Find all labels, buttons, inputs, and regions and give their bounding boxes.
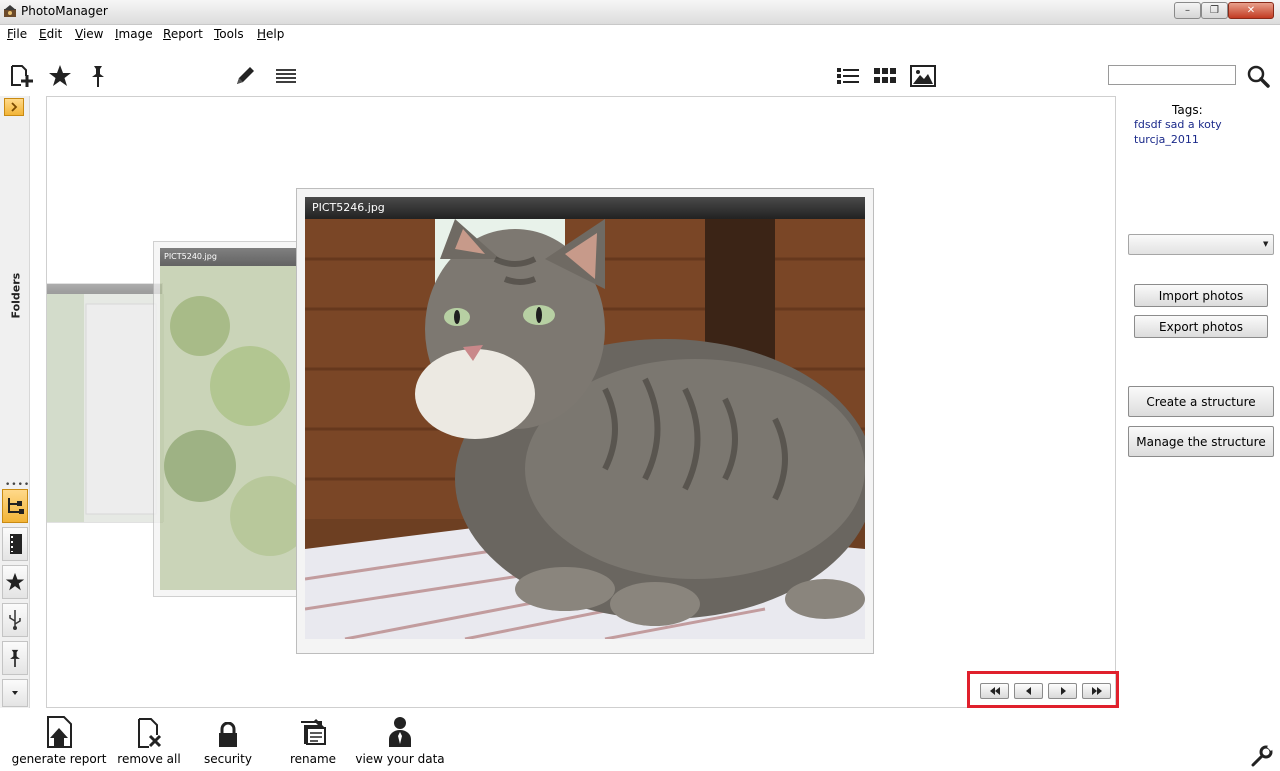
tag-link[interactable]: turcja_2011	[1134, 133, 1199, 146]
lock-icon	[180, 714, 276, 748]
film-icon[interactable]	[2, 527, 28, 561]
lines-icon[interactable]	[272, 62, 300, 90]
folders-tab-label[interactable]: Folders	[10, 273, 23, 319]
view-your-data-button[interactable]: view your data	[352, 714, 448, 766]
report-icon	[11, 714, 107, 748]
grid-view-icon[interactable]	[871, 62, 899, 90]
generate-report-button[interactable]: generate report	[11, 714, 107, 766]
list-view-icon[interactable]	[834, 62, 862, 90]
tags-title: Tags:	[1172, 103, 1203, 117]
photo-card-front[interactable]: PICT5246.jpg	[296, 188, 874, 654]
user-icon	[352, 714, 448, 748]
previous-photo-button[interactable]	[1014, 683, 1043, 699]
security-label: security	[204, 752, 252, 766]
view-your-data-label: view your data	[355, 752, 445, 766]
manage-structure-button[interactable]: Manage the structure	[1128, 426, 1274, 457]
hierarchy-icon[interactable]	[2, 489, 28, 523]
expand-sidebar-icon[interactable]	[4, 98, 24, 116]
menu-help[interactable]: Help	[257, 27, 284, 41]
add-folder-icon[interactable]	[7, 62, 35, 90]
photo-thumbnail	[47, 294, 164, 522]
close-button[interactable]: ✕	[1228, 2, 1274, 19]
export-photos-button[interactable]: Export photos	[1134, 315, 1268, 338]
menu-image[interactable]: Image	[115, 27, 153, 41]
app-icon	[3, 4, 17, 18]
album-select[interactable]	[1128, 234, 1274, 255]
star-icon[interactable]	[2, 565, 28, 599]
maximize-button[interactable]: ❐	[1201, 2, 1228, 19]
tag-link[interactable]: fdsdf sad a koty	[1134, 118, 1222, 131]
menu-edit[interactable]: Edit	[39, 27, 62, 41]
last-photo-button[interactable]	[1082, 683, 1111, 699]
minimize-button[interactable]: –	[1174, 2, 1201, 19]
menu-view[interactable]: View	[75, 27, 103, 41]
first-photo-button[interactable]	[980, 683, 1009, 699]
menu-file[interactable]: File	[7, 27, 27, 41]
pin-icon[interactable]	[2, 641, 28, 675]
search-icon[interactable]	[1244, 62, 1272, 90]
import-photos-button[interactable]: Import photos	[1134, 284, 1268, 307]
menu-tools[interactable]: Tools	[214, 27, 244, 41]
usb-icon[interactable]	[2, 603, 28, 637]
cat-photo	[305, 219, 865, 639]
generate-report-label: generate report	[11, 752, 107, 766]
chevron-down-icon[interactable]	[2, 679, 28, 707]
wrench-icon[interactable]	[1250, 744, 1274, 768]
chevron-down-icon: ▼	[1263, 240, 1269, 248]
photo-card-back[interactable]	[47, 283, 164, 523]
photo-viewer: PICT5240.jpg PICT5246.jpg	[46, 96, 1116, 708]
search-input[interactable]	[1108, 65, 1236, 85]
create-structure-button[interactable]: Create a structure	[1128, 386, 1274, 417]
security-button[interactable]: security	[180, 714, 276, 766]
photo-title-front: PICT5246.jpg	[305, 197, 865, 219]
title-bar	[0, 0, 1280, 25]
pencil-icon[interactable]	[231, 62, 259, 90]
star-icon[interactable]	[46, 62, 74, 90]
next-photo-button[interactable]	[1048, 683, 1077, 699]
window-title: PhotoManager	[21, 4, 108, 18]
rename-icon	[265, 714, 361, 748]
image-view-icon[interactable]	[909, 62, 937, 90]
rename-label: rename	[289, 752, 337, 766]
menu-report[interactable]: Report	[163, 27, 203, 41]
pin-icon[interactable]	[84, 62, 112, 90]
rename-button[interactable]: rename	[265, 714, 361, 766]
